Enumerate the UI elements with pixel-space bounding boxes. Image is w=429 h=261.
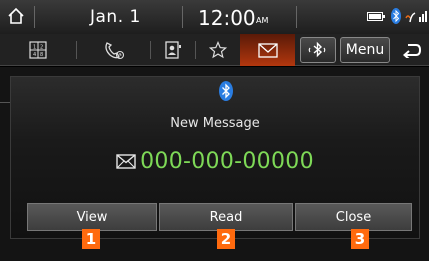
home-icon[interactable] — [6, 6, 26, 26]
messages-icon — [257, 42, 278, 58]
phone-toolbar: 1 2 4 8 Menu — [0, 34, 429, 66]
status-bar: Jan. 1 12:00 AM — [0, 0, 429, 34]
back-button[interactable] — [394, 34, 429, 66]
call-history-icon — [104, 42, 124, 60]
messages-tab[interactable] — [240, 34, 295, 66]
popup-title: New Message — [170, 116, 260, 131]
contacts-tab[interactable] — [151, 34, 195, 66]
status-time: 12:00 — [198, 6, 256, 30]
phone-signal-icon — [405, 11, 427, 23]
status-divider — [296, 6, 297, 28]
view-button[interactable]: View — [27, 203, 157, 231]
read-button-label: Read — [209, 209, 243, 225]
status-ampm: AM — [256, 16, 269, 25]
background-divider — [0, 102, 10, 103]
keypad-icon: 1 2 4 8 — [29, 41, 47, 59]
battery-icon — [367, 12, 385, 21]
svg-text:2: 2 — [40, 45, 43, 51]
bluetooth-status-icon — [391, 8, 401, 24]
sender-phone-number: 000-000-00000 — [140, 149, 314, 174]
call-history-tab[interactable] — [77, 34, 150, 66]
callout-2: 2 — [217, 229, 235, 249]
menu-label: Menu — [345, 42, 385, 58]
bluetooth-settings-icon — [308, 41, 326, 58]
bluetooth-settings-button[interactable] — [300, 37, 336, 63]
back-arrow-icon — [402, 44, 421, 58]
infotainment-screen: Jan. 1 12:00 AM 1 2 4 8 Menu New Message… — [0, 0, 429, 261]
close-button-label: Close — [335, 209, 372, 225]
favorites-icon — [209, 41, 227, 59]
envelope-icon — [116, 154, 136, 169]
keypad-tab[interactable]: 1 2 4 8 — [0, 34, 76, 66]
callout-3: 3 — [351, 229, 369, 249]
status-divider — [182, 6, 183, 28]
bluetooth-icon — [219, 81, 233, 101]
svg-text:1: 1 — [33, 45, 36, 51]
callout-1: 1 — [82, 229, 100, 249]
svg-text:8: 8 — [40, 52, 43, 58]
close-button[interactable]: Close — [295, 203, 412, 231]
favorites-tab[interactable] — [196, 34, 240, 66]
view-button-label: View — [76, 209, 108, 225]
status-date: Jan. 1 — [90, 7, 141, 27]
svg-text:4: 4 — [33, 52, 36, 58]
menu-button[interactable]: Menu — [340, 37, 390, 63]
contacts-icon — [165, 41, 181, 59]
sender-row: 000-000-00000 — [11, 149, 419, 174]
read-button[interactable]: Read — [159, 203, 293, 231]
status-divider — [34, 6, 35, 28]
